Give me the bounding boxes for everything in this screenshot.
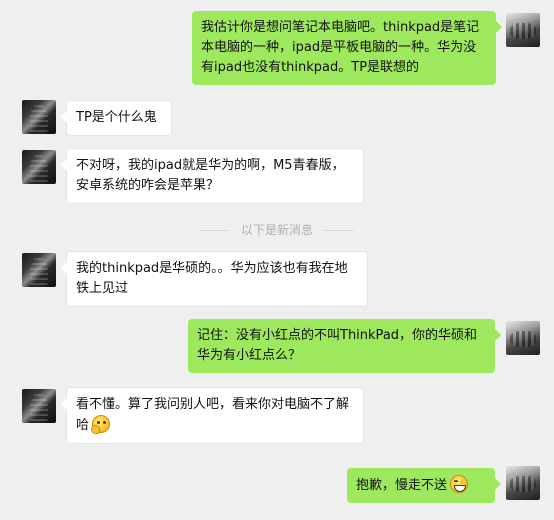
chat-bubble-outgoing[interactable]: 抱歉，慢走不送 <box>347 468 501 503</box>
new-messages-divider: 以下是新消息 <box>200 222 354 238</box>
message-text: TP是个什么鬼 <box>76 110 157 125</box>
avatar[interactable] <box>22 389 56 423</box>
message-text: 看不懂。算了我问别人吧，看来你对电脑不了解哈 <box>76 397 350 433</box>
message-text: 抱歉，慢走不送 <box>356 478 448 493</box>
chat-bubble-incoming[interactable]: 看不懂。算了我问别人吧，看来你对电脑不了解哈 <box>61 387 364 444</box>
chat-bubble-incoming[interactable]: 不对呀，我的ipad就是华为的啊，M5青春版，安卓系统的咋会是苹果？ <box>61 148 364 204</box>
avatar[interactable] <box>22 150 56 184</box>
chat-bubble-incoming[interactable]: 我的thinkpad是华硕的。。华为应该也有我在地铁上见过 <box>61 251 368 307</box>
chat-bubble-outgoing[interactable]: 记住：没有小红点的不叫ThinkPad，你的华硕和华为有小红点么？ <box>188 319 501 373</box>
avatar[interactable] <box>506 321 540 355</box>
chat-bubble-incoming[interactable]: TP是个什么鬼 <box>61 100 172 136</box>
grin-emoji-icon <box>450 475 469 493</box>
message-text: 我估计你是想问笔记本电脑吧。thinkpad是笔记本电脑的一种，ipad是平板电… <box>201 20 480 75</box>
avatar[interactable] <box>506 13 540 47</box>
avatar[interactable] <box>22 100 56 134</box>
avatar[interactable] <box>22 253 56 287</box>
message-text: 我的thinkpad是华硕的。。华为应该也有我在地铁上见过 <box>76 261 348 296</box>
message-text: 记住：没有小红点的不叫ThinkPad，你的华硕和华为有小红点么？ <box>197 328 478 363</box>
avatar[interactable] <box>506 466 540 500</box>
message-text: 不对呀，我的ipad就是华为的啊，M5青春版，安卓系统的咋会是苹果？ <box>76 158 345 193</box>
thinking-emoji-icon <box>91 415 111 434</box>
divider-label: 以下是新消息 <box>240 223 313 237</box>
chat-bubble-outgoing[interactable]: 我估计你是想问笔记本电脑吧。thinkpad是笔记本电脑的一种，ipad是平板电… <box>192 11 502 85</box>
